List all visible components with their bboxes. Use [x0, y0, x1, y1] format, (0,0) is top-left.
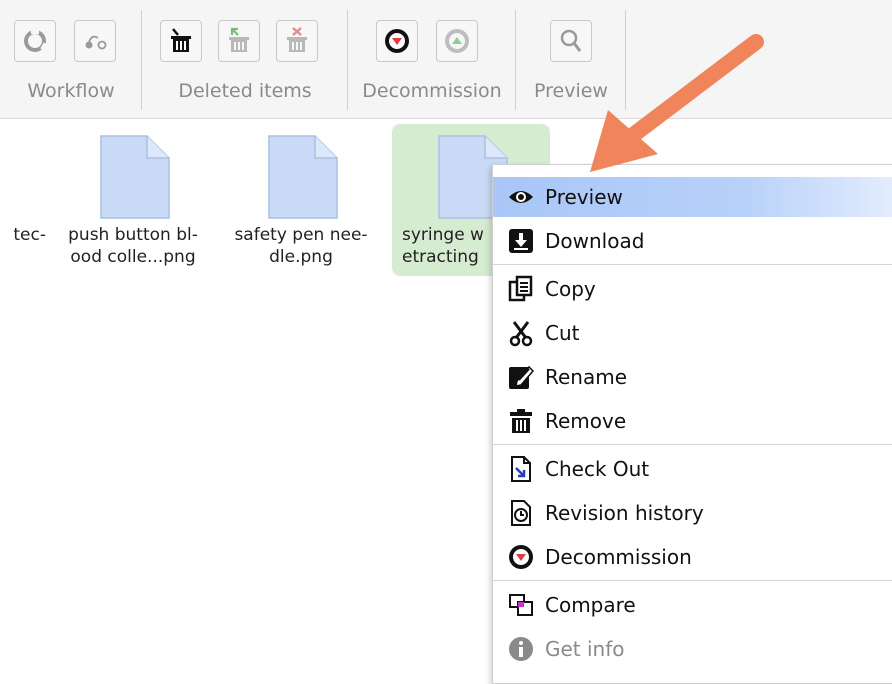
workflow-group: Workflow: [0, 8, 142, 112]
annotation-arrow: [590, 34, 764, 172]
workflow-path-icon: [85, 35, 107, 50]
copy-icon: [507, 275, 535, 303]
info-icon: [507, 635, 535, 663]
document-icon: [100, 135, 170, 219]
download-icon: [507, 227, 535, 255]
file-item[interactable]: safety pen nee- dle.png: [222, 124, 380, 276]
decommission-icon: [385, 29, 409, 53]
trash-icon: [171, 28, 191, 52]
menu-item-get-info[interactable]: Get info: [493, 629, 892, 669]
trash-icon: [507, 407, 535, 435]
deleted-items-group: Deleted items: [142, 8, 348, 112]
trash-button[interactable]: [160, 20, 202, 62]
file-item[interactable]: push button bl- ood colle...png: [54, 124, 212, 276]
file-name: safety pen nee- dle.png: [234, 225, 368, 267]
context-menu: Preview Download Copy Cut Rename Remove: [492, 164, 892, 684]
deleted-items-label: Deleted items: [178, 80, 312, 102]
delete-forever-icon: [287, 27, 307, 52]
decommission-label: Decommission: [362, 80, 502, 102]
menu-item-check-out[interactable]: Check Out: [493, 449, 892, 489]
file-name: tec-: [13, 225, 46, 245]
document-icon: [268, 135, 338, 219]
recommission-button[interactable]: [436, 20, 478, 62]
decommission-button[interactable]: [376, 20, 418, 62]
file-item[interactable]: tec-: [0, 124, 50, 276]
decommission-icon: [507, 543, 535, 571]
menu-item-download[interactable]: Download: [493, 221, 892, 261]
workflow-cycle-button[interactable]: [14, 20, 56, 62]
delete-forever-button[interactable]: [276, 20, 318, 62]
decommission-group: Decommission: [348, 8, 516, 112]
recommission-icon: [445, 29, 469, 53]
menu-item-cut[interactable]: Cut: [493, 313, 892, 353]
menu-item-compare[interactable]: Compare: [493, 585, 892, 625]
restore-icon: [229, 27, 249, 52]
scissors-icon: [507, 319, 535, 347]
menu-item-decommission[interactable]: Decommission: [493, 537, 892, 577]
menu-item-remove[interactable]: Remove: [493, 401, 892, 441]
file-name: push button bl- ood colle...png: [68, 225, 198, 267]
workflow-label: Workflow: [27, 80, 115, 102]
edit-icon: [507, 363, 535, 391]
menu-item-rename[interactable]: Rename: [493, 357, 892, 397]
workflow-cycle-icon: [24, 29, 49, 52]
restore-button[interactable]: [218, 20, 260, 62]
compare-icon: [507, 591, 535, 619]
eye-icon: [507, 183, 535, 211]
menu-item-revision-history[interactable]: Revision history: [493, 493, 892, 533]
menu-item-copy[interactable]: Copy: [493, 269, 892, 309]
checkout-icon: [507, 455, 535, 483]
workflow-path-button[interactable]: [74, 20, 116, 62]
history-icon: [507, 499, 535, 527]
